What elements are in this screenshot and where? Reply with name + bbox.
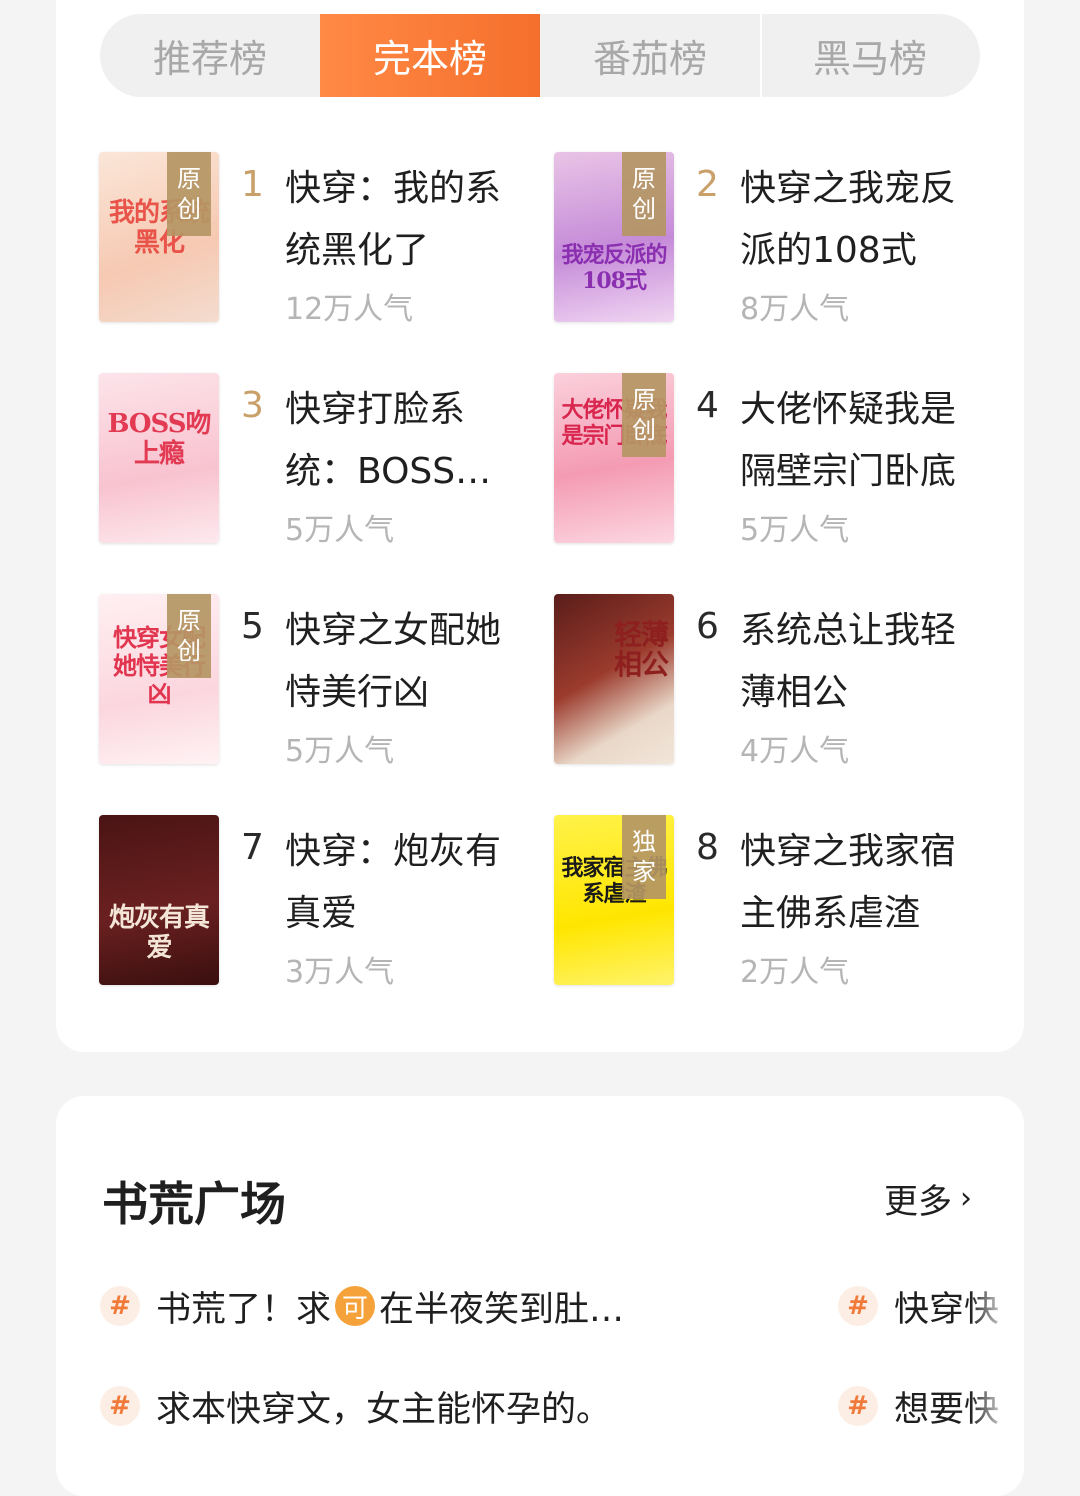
book-item[interactable]: BOSS吻上瘾 3 快穿打脸系统：BOSS… 5万人气: [99, 373, 519, 548]
cover-title-art: BOSS吻上瘾: [107, 409, 211, 469]
hash-icon: #: [838, 1286, 878, 1326]
book-item[interactable]: 轻薄相公 6 系统总让我轻薄相公 4万人气: [554, 594, 974, 769]
rank-number: 3: [241, 385, 264, 426]
topic-item[interactable]: # 求本快穿文，女主能怀孕的。: [100, 1378, 700, 1434]
rank-number: 5: [241, 606, 264, 647]
popularity: 5万人气: [285, 513, 395, 548]
book-cover[interactable]: 炮灰有真爱: [99, 815, 219, 985]
original-badge: 原创: [167, 152, 211, 236]
book-item[interactable]: 炮灰有真爱 7 快穿：炮灰有真爱 3万人气: [99, 815, 519, 990]
popularity: 4万人气: [740, 734, 850, 769]
hash-icon: #: [100, 1386, 140, 1426]
popularity: 3万人气: [285, 955, 395, 990]
book-cover[interactable]: BOSS吻上瘾: [99, 373, 219, 543]
rank-number: 7: [241, 827, 264, 868]
topic-item[interactable]: # 想要快: [838, 1378, 1010, 1434]
book-title[interactable]: 快穿：炮灰有真爱: [285, 821, 517, 945]
book-item[interactable]: 快穿女配她恃美行凶 原创 5 快穿之女配她恃美行凶 5万人气: [99, 594, 519, 769]
book-title[interactable]: 快穿之我家宿主佛系虐渣: [740, 821, 972, 945]
book-title[interactable]: 系统总让我轻薄相公: [740, 600, 972, 724]
rank-number: 4: [696, 385, 719, 426]
popularity: 5万人气: [740, 513, 850, 548]
rank-number: 6: [696, 606, 719, 647]
popularity: 12万人气: [285, 292, 414, 327]
ranking-tabs: 推荐榜 完本榜 番茄榜 黑马榜: [100, 14, 980, 97]
hash-icon: #: [100, 1286, 140, 1326]
tab-fanqie[interactable]: 番茄榜: [540, 14, 760, 97]
section-title: 书荒广场: [102, 1177, 286, 1231]
more-label: 更多: [884, 1182, 952, 1222]
hash-icon: #: [838, 1386, 878, 1426]
original-badge: 原创: [622, 152, 666, 236]
emoji-icon: 可: [335, 1286, 376, 1326]
cover-title-art: 轻薄相公: [613, 618, 669, 681]
book-title[interactable]: 快穿：我的系统黑化了: [285, 158, 517, 282]
book-item[interactable]: 我家宿主佛系虐渣 独家 8 快穿之我家宿主佛系虐渣 2万人气: [554, 815, 974, 990]
rank-number: 1: [241, 164, 264, 205]
book-title[interactable]: 大佬怀疑我是隔壁宗门卧底: [740, 379, 972, 503]
book-cover[interactable]: 大佬怀疑我是宗门卧底 原创: [554, 373, 674, 543]
popularity: 2万人气: [740, 955, 850, 990]
tab-dark-horse[interactable]: 黑马榜: [760, 14, 980, 97]
exclusive-badge: 独家: [622, 815, 666, 899]
rank-number: 8: [696, 827, 719, 868]
tab-completed[interactable]: 完本榜: [320, 14, 540, 97]
book-item[interactable]: 大佬怀疑我是宗门卧底 原创 4 大佬怀疑我是隔壁宗门卧底 5万人气: [554, 373, 974, 548]
popularity: 5万人气: [285, 734, 395, 769]
topic-item[interactable]: # 快穿快: [838, 1278, 1010, 1334]
popularity: 8万人气: [740, 292, 850, 327]
book-cover[interactable]: 我家宿主佛系虐渣 独家: [554, 815, 674, 985]
topic-text: 书荒了！求: [156, 1289, 332, 1330]
book-item[interactable]: 我的系统黑化 原创 1 快穿：我的系统黑化了 12万人气: [99, 152, 519, 327]
cover-title-art: 炮灰有真爱: [108, 903, 210, 963]
book-cover[interactable]: 我的系统黑化 原创: [99, 152, 219, 322]
topic-text-rest: 在半夜笑到肚…: [379, 1289, 625, 1330]
chevron-right-icon: ›: [960, 1181, 972, 1216]
book-title[interactable]: 快穿之女配她恃美行凶: [285, 600, 517, 724]
book-cover[interactable]: 轻薄相公: [554, 594, 674, 764]
cover-title-art: 我宠反派的108式: [561, 242, 667, 294]
topic-text: 求本快穿文，女主能怀孕的。: [156, 1389, 612, 1430]
book-cover[interactable]: 快穿女配她恃美行凶 原创: [99, 594, 219, 764]
original-badge: 原创: [167, 594, 211, 678]
tab-recommend[interactable]: 推荐榜: [100, 14, 320, 97]
rank-number: 2: [696, 164, 719, 205]
book-title[interactable]: 快穿之我宠反派的108式: [740, 158, 972, 282]
book-title[interactable]: 快穿打脸系统：BOSS…: [285, 379, 517, 503]
topic-text: 想要快: [894, 1389, 1000, 1430]
original-badge: 原创: [622, 373, 666, 457]
topic-text: 快穿快: [894, 1289, 1000, 1330]
more-link[interactable]: 更多 ›: [884, 1174, 972, 1223]
topic-item[interactable]: # 书荒了！求 可 在半夜笑到肚…: [100, 1278, 668, 1334]
book-item[interactable]: 我宠反派的108式 原创 2 快穿之我宠反派的108式 8万人气: [554, 152, 974, 327]
book-cover[interactable]: 我宠反派的108式 原创: [554, 152, 674, 322]
